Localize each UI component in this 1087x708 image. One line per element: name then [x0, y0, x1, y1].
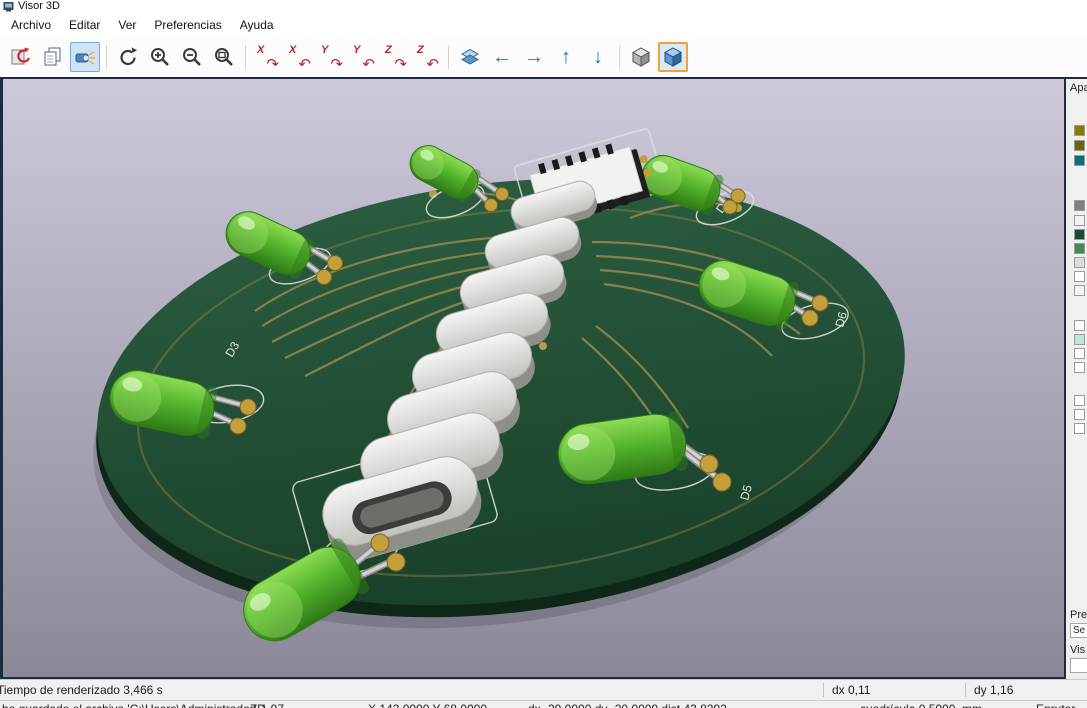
layer-color-swatch[interactable] — [1074, 409, 1085, 420]
rotate-x-cw-button[interactable]: X ↷ — [252, 42, 282, 72]
perspective-cube-icon — [663, 47, 683, 67]
render-view-icon — [75, 51, 95, 65]
move-right-button[interactable]: → — [519, 42, 549, 72]
layer-color-swatch[interactable] — [1074, 348, 1085, 359]
toolbar-separator — [245, 45, 246, 69]
units-status: mm — [962, 702, 982, 708]
move-down-icon: ↓ — [593, 46, 603, 68]
reload-board-icon — [11, 47, 31, 65]
rotate-z-cw-icon: Z ↷ — [385, 44, 407, 73]
rotate-x-ccw-button[interactable]: X ↶ — [284, 42, 314, 72]
rotate-y-cw-button[interactable]: Y ↷ — [316, 42, 346, 72]
layer-color-swatch[interactable] — [1074, 320, 1085, 331]
menu-editar[interactable]: Editar — [60, 14, 109, 36]
layer-color-swatch[interactable] — [1074, 362, 1085, 373]
rotate-z-cw-button[interactable]: Z ↷ — [380, 42, 410, 72]
layer-color-swatch[interactable] — [1074, 125, 1085, 136]
menu-preferencias[interactable]: Preferencias — [145, 14, 230, 36]
toolbar-separator — [448, 45, 449, 69]
rotate-y-cw-icon: Y ↷ — [321, 44, 343, 73]
rotate-y-ccw-button[interactable]: Y ↶ — [348, 42, 378, 72]
rotate-z-ccw-icon: Z ↶ — [417, 44, 439, 73]
move-left-icon: ← — [492, 46, 512, 68]
flip-board-button[interactable] — [455, 42, 485, 72]
move-right-icon: → — [524, 46, 544, 68]
layer-color-swatch[interactable] — [1074, 257, 1085, 268]
layer-color-swatch[interactable] — [1074, 423, 1085, 434]
menu-archivo[interactable]: Archivo — [2, 14, 60, 36]
status-bar: Tiempo de renderizado 3,466 s dx 0,11 dy… — [0, 679, 1087, 700]
3d-viewport[interactable]: D7 D6 D5 D3 D4 — [0, 79, 1066, 679]
orthographic-cube-icon — [631, 47, 651, 67]
zoom-fit-button[interactable] — [209, 42, 239, 72]
menu-ver[interactable]: Ver — [109, 14, 145, 36]
render-time-status: Tiempo de renderizado 3,466 s — [0, 683, 163, 697]
cursor-position: X 142,0000 Y 68,0000 — [368, 702, 487, 708]
toolbar: X ↷ X ↶ Y ↷ Y ↶ Z ↷ Z ↶ ← → ↑ ↓ — [0, 37, 1087, 77]
zoom-in-icon — [151, 48, 169, 66]
orthographic-view-button[interactable] — [626, 42, 656, 72]
copy-image-button[interactable] — [38, 42, 68, 72]
title-bar: Visor 3D — [0, 0, 1087, 13]
layer-color-swatch[interactable] — [1074, 285, 1085, 296]
preset-select[interactable]: Se — [1070, 623, 1087, 638]
refresh-view-button[interactable] — [113, 42, 143, 72]
rotate-x-ccw-icon: X ↶ — [289, 44, 311, 73]
layer-color-swatch[interactable] — [1074, 200, 1085, 211]
render-view-button[interactable] — [70, 42, 100, 72]
save-message: ha guardado el archivo 'C:\Users\Adminis… — [2, 702, 266, 708]
zoom-out-icon — [183, 48, 201, 66]
move-down-button[interactable]: ↓ — [583, 42, 613, 72]
layer-color-swatch[interactable] — [1074, 215, 1085, 226]
refresh-view-icon — [120, 47, 138, 66]
layer-color-swatch[interactable] — [1074, 229, 1085, 240]
rotate-y-ccw-icon: Y ↶ — [353, 44, 375, 73]
move-up-button[interactable]: ↑ — [551, 42, 581, 72]
copy-image-icon — [44, 47, 61, 66]
layer-color-swatch[interactable] — [1074, 155, 1085, 166]
zoom-status: Z 1,97 — [250, 702, 284, 708]
rotate-z-ccw-button[interactable]: Z ↶ — [412, 42, 442, 72]
layer-color-swatch[interactable] — [1074, 243, 1085, 254]
3d-scene: D7 D6 D5 D3 D4 — [3, 79, 1064, 677]
dy-status: dy 1,16 — [965, 683, 1087, 697]
layer-color-swatch[interactable] — [1074, 334, 1085, 345]
layer-color-swatch[interactable] — [1074, 271, 1085, 282]
flip-board-icon — [460, 48, 480, 65]
menu-ayuda[interactable]: Ayuda — [231, 14, 283, 36]
perspective-view-button[interactable] — [658, 42, 688, 72]
appearance-panel-bottom: Pre Se Vis — [1070, 603, 1087, 673]
mode-status: Enrutar — [1036, 702, 1075, 708]
zoom-fit-icon — [215, 48, 233, 66]
viewport-select[interactable] — [1070, 658, 1087, 673]
main-area: D7 D6 D5 D3 D4 — [0, 77, 1087, 679]
window-title: Visor 3D — [18, 0, 60, 12]
move-left-button[interactable]: ← — [487, 42, 517, 72]
appearance-panel-title: Apa — [1070, 82, 1087, 94]
viewports-label: Vis — [1070, 644, 1086, 656]
reload-board-button[interactable] — [6, 42, 36, 72]
toolbar-separator — [619, 45, 620, 69]
dx-status: dx 0,11 — [823, 683, 965, 697]
kicad-3d-viewer-window: Visor 3D Archivo Editar Ver Preferencias… — [0, 0, 1087, 708]
appearance-panel: Apa Pre Se Vis — [1066, 79, 1087, 679]
pcbnew-status-bar: ha guardado el archivo 'C:\Users\Adminis… — [0, 700, 1087, 708]
move-up-icon: ↑ — [561, 46, 571, 68]
layer-color-swatch[interactable] — [1074, 395, 1085, 406]
menu-bar: Archivo Editar Ver Preferencias Ayuda — [0, 13, 1087, 37]
rotate-x-cw-icon: X ↷ — [257, 44, 279, 73]
app-icon — [3, 1, 14, 12]
layer-color-list — [1074, 93, 1085, 434]
grid-status: cuadrícula 0,5000 — [860, 702, 955, 708]
presets-label: Pre — [1070, 609, 1087, 621]
zoom-in-button[interactable] — [145, 42, 175, 72]
zoom-out-button[interactable] — [177, 42, 207, 72]
layer-color-swatch[interactable] — [1074, 140, 1085, 151]
delta-status: dx -39,0000 dy -20,0000 dist 43,8292 — [528, 702, 727, 708]
toolbar-separator — [106, 45, 107, 69]
